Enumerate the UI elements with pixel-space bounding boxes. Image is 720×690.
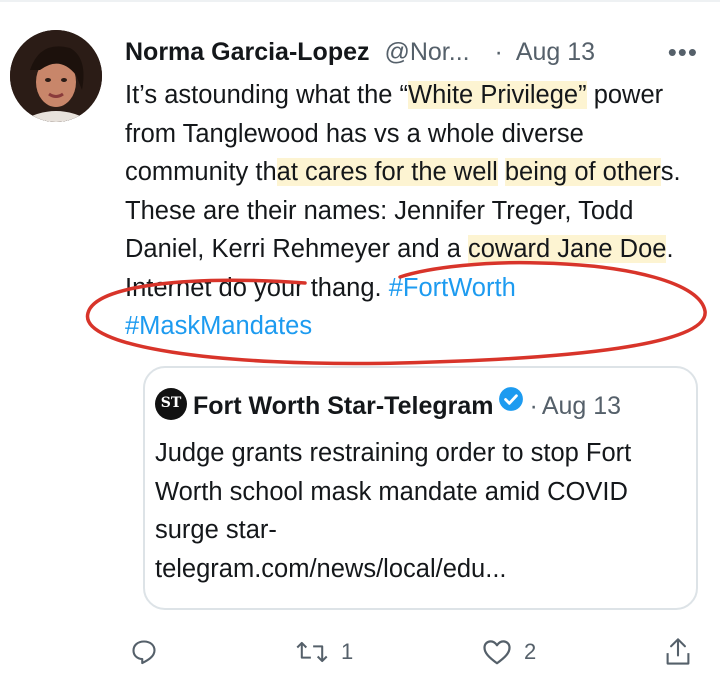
tweet-date[interactable]: Aug 13 bbox=[516, 38, 595, 66]
hashtag-fortworth[interactable]: #FortWorth bbox=[389, 274, 516, 302]
reply-button[interactable] bbox=[130, 630, 158, 674]
quoted-tweet-card[interactable]: ST Fort Worth Star-Telegram · Aug 13 Judge … bbox=[143, 366, 698, 610]
retweet-button[interactable]: 1 bbox=[295, 630, 353, 674]
highlight: being of other bbox=[504, 158, 661, 186]
like-button[interactable]: 2 bbox=[482, 630, 536, 674]
reply-icon bbox=[130, 638, 158, 666]
like-count: 2 bbox=[524, 639, 537, 664]
highlight: White Privilege” bbox=[408, 81, 587, 109]
hashtag-maskmandates[interactable]: #MaskMandates bbox=[125, 312, 312, 340]
quoted-tweet-header: ST Fort Worth Star-Telegram · Aug 13 bbox=[155, 386, 690, 426]
tweet-text: It’s astounding what the “White Privileg… bbox=[125, 81, 681, 340]
tweet-actions: 1 2 bbox=[0, 630, 720, 674]
retweet-count: 1 bbox=[341, 639, 354, 664]
separator-dot: · bbox=[494, 38, 503, 66]
tweet-header: Norma Garcia-Lopez @Nor... · Aug 13 ••• bbox=[125, 34, 710, 70]
quoted-tweet-date[interactable]: Aug 13 bbox=[542, 392, 621, 420]
share-button[interactable] bbox=[664, 630, 692, 674]
separator-dot: · bbox=[529, 392, 538, 420]
author-handle[interactable]: @Nor... bbox=[384, 38, 469, 66]
highlight: at cares for the well bbox=[276, 158, 498, 186]
heart-icon bbox=[482, 638, 512, 666]
retweet-icon bbox=[295, 638, 329, 666]
quoted-link[interactable]: telegram.com/news/local/edu... bbox=[155, 555, 507, 583]
quoted-tweet-text: Judge grants restraining order to stop F… bbox=[155, 439, 632, 583]
author-name[interactable]: Norma Garcia-Lopez bbox=[125, 38, 370, 66]
highlight: coward Jane Doe bbox=[468, 235, 667, 263]
top-divider bbox=[0, 0, 720, 2]
st-logo-icon: ST bbox=[155, 388, 187, 421]
share-icon bbox=[664, 637, 692, 667]
verified-badge-icon bbox=[498, 384, 524, 424]
avatar[interactable] bbox=[10, 30, 102, 122]
more-options-icon[interactable]: ••• bbox=[668, 34, 698, 70]
quoted-author-name[interactable]: Fort Worth Star-Telegram bbox=[193, 392, 494, 420]
